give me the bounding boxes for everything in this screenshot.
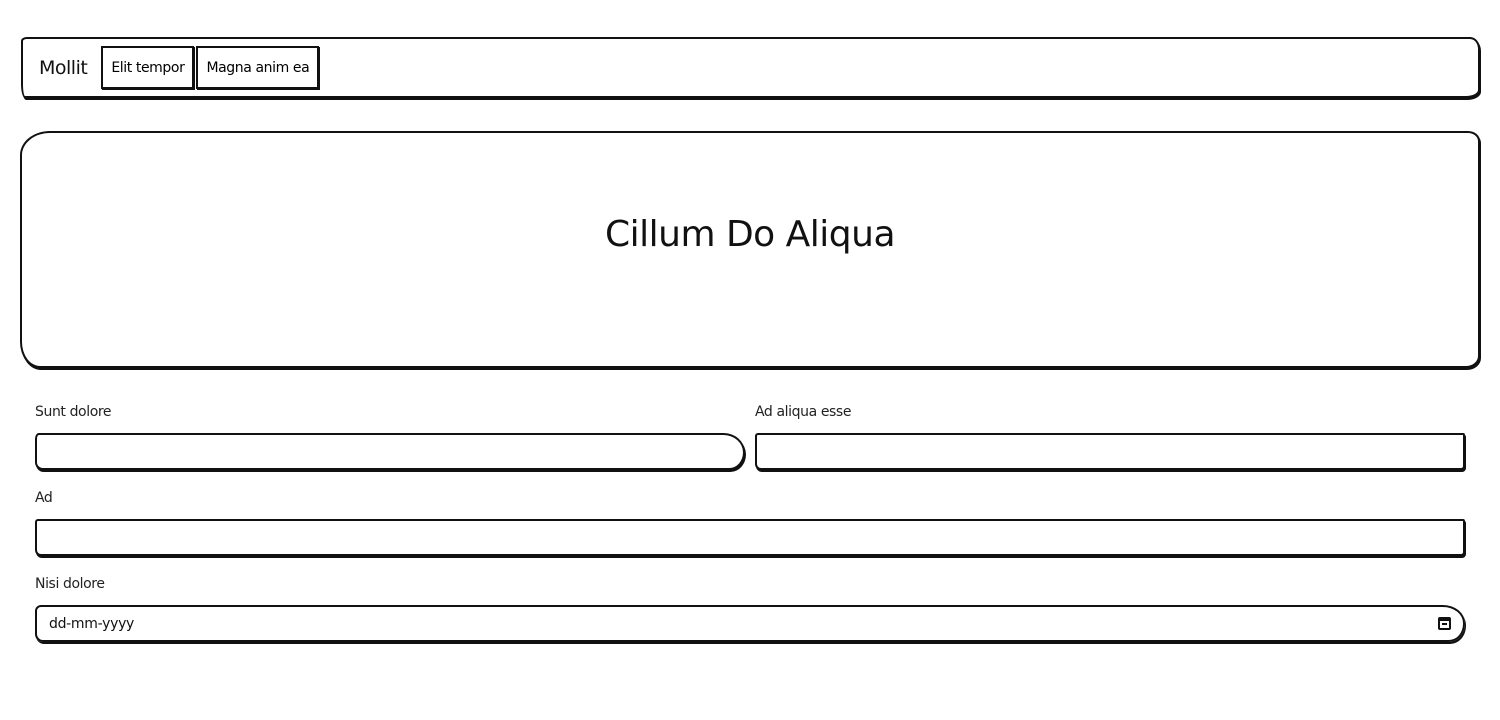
hero-title: Cillum Do Aliqua: [604, 213, 896, 255]
ad-input[interactable]: [35, 519, 1465, 556]
nav-item-magna-anim-ea[interactable]: Magna anim ea: [196, 46, 320, 89]
hero-banner: Cillum Do Aliqua: [20, 131, 1480, 368]
field-label-nisi-dolore: Nisi dolore: [35, 576, 105, 592]
sunt-dolore-input[interactable]: [35, 433, 745, 470]
field-label-ad: Ad: [35, 490, 53, 506]
field-label-sunt-dolore: Sunt dolore: [35, 404, 112, 420]
nisi-dolore-date-input[interactable]: dd-mm-yyyy: [35, 605, 1465, 642]
navbar: Mollit Elit tempor Magna anim ea: [21, 37, 1480, 98]
brand-logo[interactable]: Mollit: [39, 57, 88, 79]
date-placeholder: dd-mm-yyyy: [49, 615, 135, 632]
field-label-ad-aliqua-esse: Ad aliqua esse: [755, 404, 852, 420]
nav-item-elit-tempor[interactable]: Elit tempor: [101, 46, 195, 89]
calendar-icon[interactable]: [1438, 617, 1451, 630]
ad-aliqua-esse-input[interactable]: [755, 433, 1465, 470]
